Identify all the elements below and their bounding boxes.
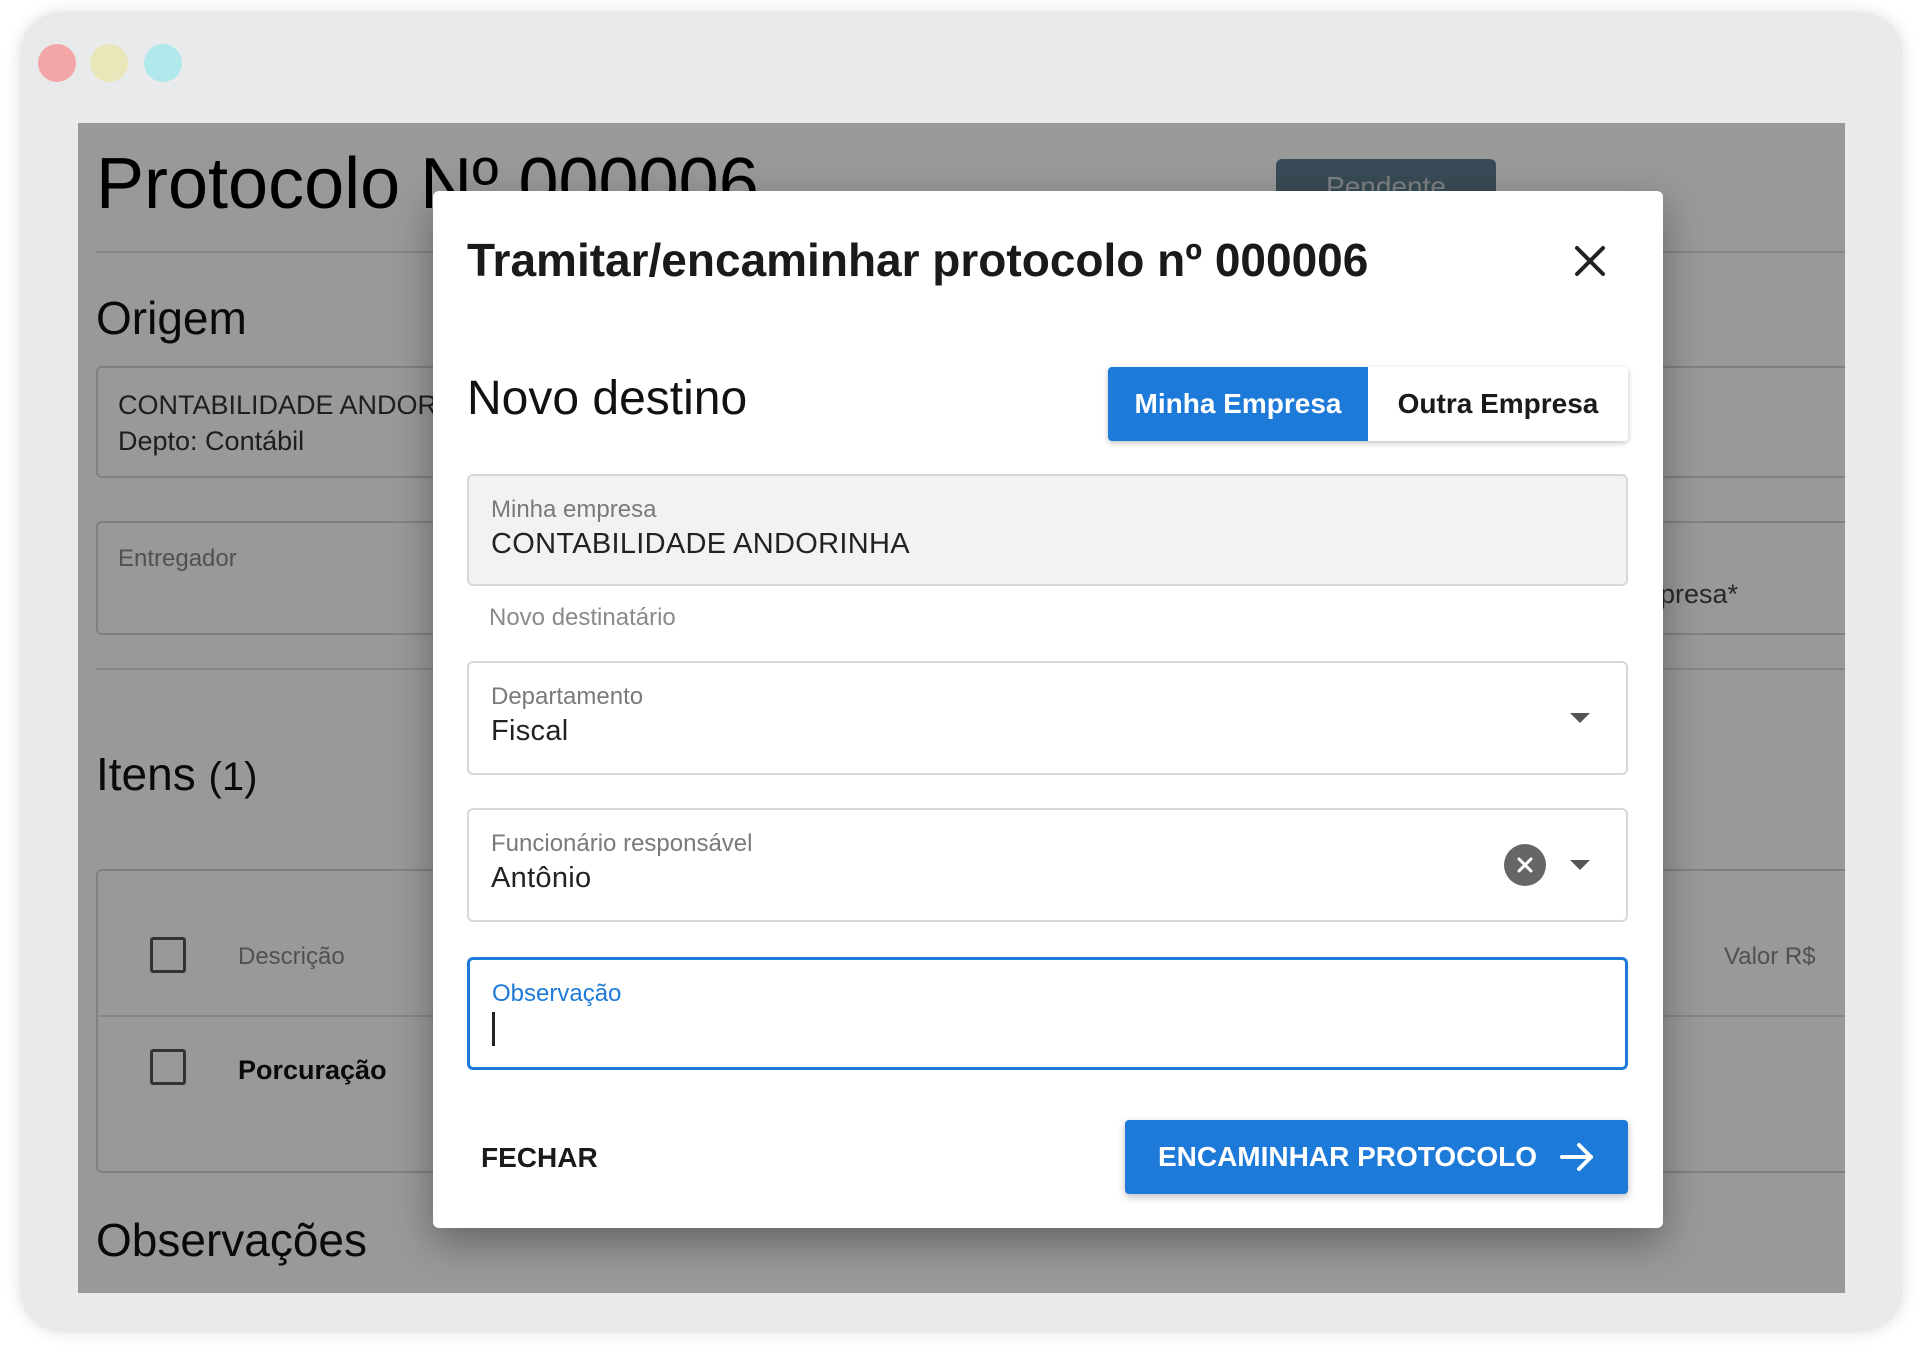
- company-toggle: Minha Empresa Outra Empresa: [1108, 367, 1628, 441]
- novo-destinatario-label: Novo destinatário: [489, 604, 676, 631]
- observacao-label: Observação: [492, 980, 622, 1007]
- departamento-value: Fiscal: [491, 715, 569, 747]
- new-destination-title: Novo destino: [467, 372, 748, 425]
- funcionario-label: Funcionário responsável: [491, 830, 753, 857]
- observacao-input[interactable]: Observação: [467, 957, 1628, 1070]
- toggle-outra-empresa[interactable]: Outra Empresa: [1368, 367, 1628, 441]
- window-minimize-dot[interactable]: [90, 44, 128, 82]
- minha-empresa-value: CONTABILIDADE ANDORINHA: [491, 528, 910, 560]
- dialog-title: Tramitar/encaminhar protocolo nº 000006: [467, 234, 1369, 286]
- chevron-down-icon[interactable]: [1570, 713, 1590, 723]
- chevron-down-icon[interactable]: [1570, 860, 1590, 870]
- departamento-select[interactable]: Departamento Fiscal: [467, 661, 1628, 775]
- clear-x-glyph: [1517, 857, 1533, 873]
- arrow-right-icon: [1560, 1143, 1594, 1171]
- forward-protocol-dialog: Tramitar/encaminhar protocolo nº 000006 …: [433, 191, 1663, 1228]
- funcionario-select[interactable]: Funcionário responsável Antônio: [467, 808, 1628, 922]
- close-icon: [1575, 246, 1605, 276]
- window-maximize-dot[interactable]: [144, 44, 182, 82]
- minha-empresa-field: Minha empresa CONTABILIDADE ANDORINHA: [467, 474, 1628, 586]
- clear-circle-icon[interactable]: [1504, 844, 1546, 886]
- minha-empresa-label: Minha empresa: [491, 496, 657, 523]
- encaminhar-protocolo-button[interactable]: ENCAMINHAR PROTOCOLO: [1125, 1120, 1628, 1194]
- funcionario-value: Antônio: [491, 862, 592, 894]
- window-close-dot[interactable]: [38, 44, 76, 82]
- encaminhar-label: ENCAMINHAR PROTOCOLO: [1157, 1141, 1538, 1172]
- toggle-minha-empresa[interactable]: Minha Empresa: [1108, 367, 1368, 441]
- close-button[interactable]: [1565, 236, 1615, 286]
- departamento-label: Departamento: [491, 683, 644, 710]
- fechar-button[interactable]: FECHAR: [467, 1128, 612, 1188]
- text-cursor: [492, 1012, 495, 1046]
